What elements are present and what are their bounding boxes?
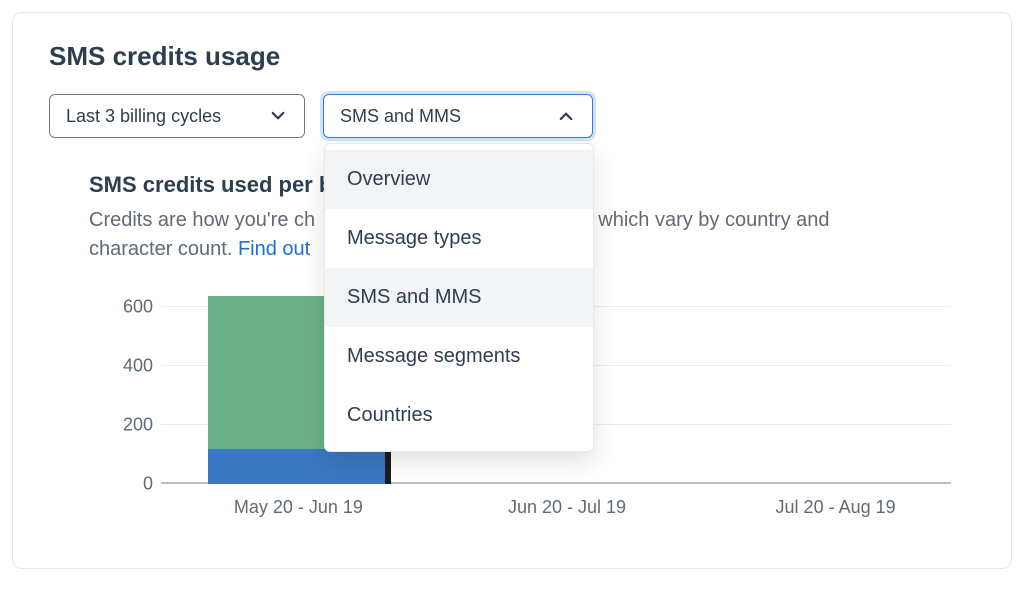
x-tick-label: May 20 - Jun 19 — [234, 497, 363, 518]
x-tick-label: Jul 20 - Aug 19 — [776, 497, 896, 518]
dropdown-option[interactable]: SMS and MMS — [325, 268, 593, 327]
dropdown-option[interactable]: Message types — [325, 209, 593, 268]
page-title: SMS credits usage — [49, 41, 975, 72]
bar-segment[interactable] — [208, 449, 388, 484]
desc-fragment-1: Credits are how you're ch — [89, 209, 315, 231]
breakdown-select[interactable]: SMS and MMS OverviewMessage typesSMS and… — [323, 94, 593, 138]
chevron-up-icon — [556, 106, 576, 126]
x-tick-label: Jun 20 - Jul 19 — [508, 497, 626, 518]
find-out-link[interactable]: Find out — [238, 238, 310, 260]
date-range-select[interactable]: Last 3 billing cycles — [49, 94, 305, 138]
y-tick-label: 200 — [101, 415, 153, 436]
y-tick-label: 600 — [101, 297, 153, 318]
usage-card: SMS credits usage Last 3 billing cycles … — [12, 12, 1012, 569]
breakdown-dropdown: OverviewMessage typesSMS and MMSMessage … — [324, 143, 594, 452]
dropdown-option[interactable]: Overview — [325, 150, 593, 209]
y-tick-label: 0 — [101, 474, 153, 495]
date-range-label: Last 3 billing cycles — [66, 106, 221, 127]
breakdown-selected-label: SMS and MMS — [340, 106, 461, 127]
controls-row: Last 3 billing cycles SMS and MMS Overvi… — [49, 94, 975, 138]
dropdown-option[interactable]: Message segments — [325, 327, 593, 386]
dropdown-option[interactable]: Countries — [325, 386, 593, 445]
y-tick-label: 400 — [101, 356, 153, 377]
chevron-down-icon — [268, 106, 288, 126]
